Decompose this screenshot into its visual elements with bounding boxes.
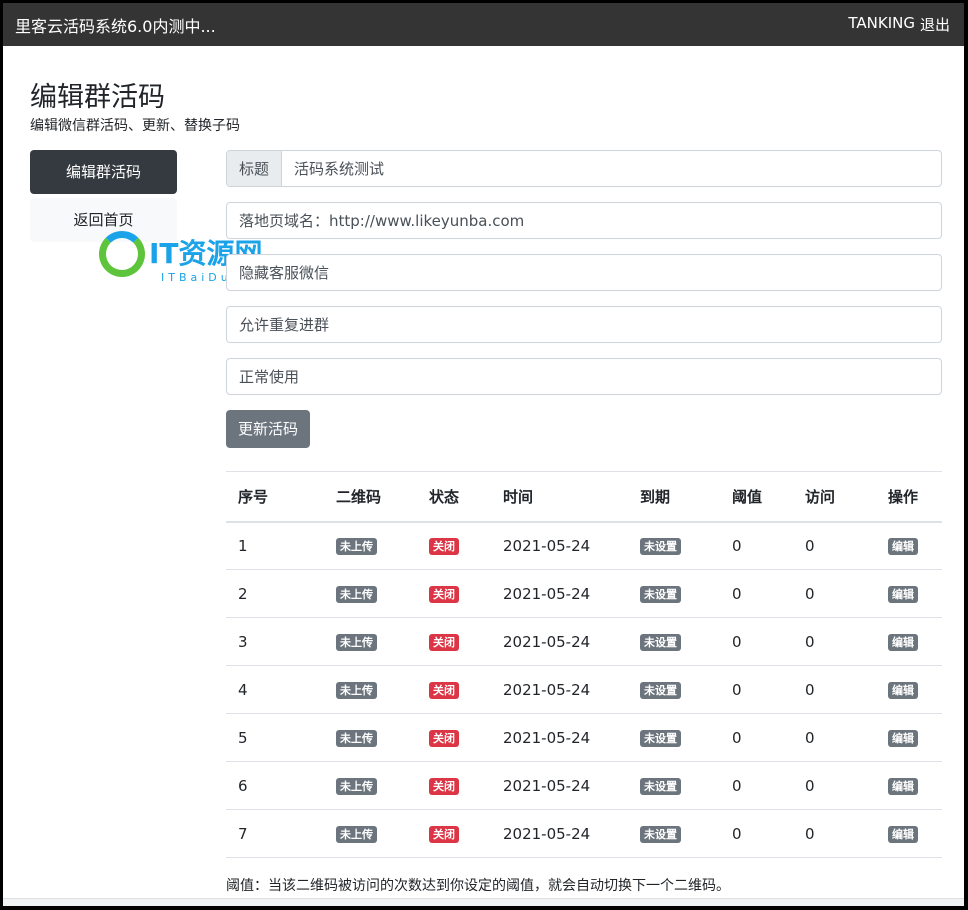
- qrcode-status-badge: 未上传: [336, 825, 377, 844]
- cell-time: 2021-05-24: [491, 761, 628, 810]
- cell-visits: 0: [793, 665, 876, 714]
- cell-threshold: 0: [720, 665, 793, 714]
- cell-time: 2021-05-24: [491, 713, 628, 762]
- subcode-table: 序号 二维码 状态 时间 到期 阈值 访问 操作 1 未上传 关闭 2021-0…: [226, 471, 942, 858]
- col-header-qrcode: 二维码: [324, 471, 417, 523]
- cell-visits: 0: [793, 809, 876, 858]
- cell-visits: 0: [793, 761, 876, 810]
- col-header-visits: 访问: [793, 471, 876, 523]
- edit-form: 标题 活码系统测试 落地页域名：http://www.likeyunba.com…: [226, 150, 942, 448]
- cell-threshold: 0: [720, 617, 793, 666]
- cell-id: 2: [226, 569, 324, 618]
- title-prefix-label: 标题: [227, 151, 283, 186]
- status-select[interactable]: 正常使用: [226, 358, 942, 395]
- cell-visits: 0: [793, 713, 876, 762]
- table-row: 2 未上传 关闭 2021-05-24 未设置 0 0 编辑: [226, 569, 942, 618]
- cell-threshold: 0: [720, 521, 793, 570]
- status-badge: 关闭: [429, 538, 459, 556]
- cell-id: 6: [226, 761, 324, 810]
- expire-badge: 未设置: [640, 729, 681, 748]
- edit-button[interactable]: 编辑: [888, 729, 918, 748]
- col-header-threshold: 阈值: [720, 471, 793, 523]
- col-header-id: 序号: [226, 471, 324, 523]
- table-row: 7 未上传 关闭 2021-05-24 未设置 0 0 编辑: [226, 809, 942, 858]
- edit-button[interactable]: 编辑: [888, 633, 918, 652]
- domain-select[interactable]: 落地页域名：http://www.likeyunba.com: [226, 202, 942, 239]
- sidebar: 编辑群活码 返回首页: [30, 150, 177, 246]
- page-subtitle: 编辑微信群活码、更新、替换子码: [30, 118, 240, 134]
- status-badge: 关闭: [429, 825, 459, 844]
- col-header-expire: 到期: [628, 471, 720, 523]
- cell-id: 4: [226, 665, 324, 714]
- username: TANKING: [848, 14, 915, 32]
- horizontal-scrollbar[interactable]: [3, 898, 964, 906]
- repeat-join-select[interactable]: 允许重复进群: [226, 306, 942, 343]
- qrcode-status-badge: 未上传: [336, 538, 377, 556]
- sidebar-item-edit-group-code[interactable]: 编辑群活码: [30, 150, 177, 194]
- qrcode-status-badge: 未上传: [336, 681, 377, 700]
- table-header-row: 序号 二维码 状态 时间 到期 阈值 访问 操作: [226, 471, 942, 523]
- cell-visits: 0: [793, 617, 876, 666]
- kefu-select-value: 隐藏客服微信: [239, 264, 330, 282]
- table-row: 1 未上传 关闭 2021-05-24 未设置 0 0 编辑: [226, 521, 942, 570]
- status-badge: 关闭: [429, 585, 459, 604]
- cell-threshold: 0: [720, 569, 793, 618]
- status-badge: 关闭: [429, 729, 459, 748]
- table-row: 3 未上传 关闭 2021-05-24 未设置 0 0 编辑: [226, 617, 942, 666]
- edit-button[interactable]: 编辑: [888, 681, 918, 700]
- cell-id: 5: [226, 713, 324, 762]
- expire-badge: 未设置: [640, 777, 681, 796]
- navbar: 里客云活码系统6.0内测中... TANKING 退出: [3, 3, 964, 46]
- table-row: 6 未上传 关闭 2021-05-24 未设置 0 0 编辑: [226, 761, 942, 810]
- kefu-select[interactable]: 隐藏客服微信: [226, 254, 942, 291]
- cell-visits: 0: [793, 569, 876, 618]
- cell-threshold: 0: [720, 761, 793, 810]
- threshold-note: 阈值：当该二维码被访问的次数达到你设定的阈值，就会自动切换下一个二维码。: [226, 878, 730, 894]
- repeat-join-select-value: 允许重复进群: [239, 316, 330, 334]
- cell-id: 7: [226, 809, 324, 858]
- brand-title[interactable]: 里客云活码系统6.0内测中...: [15, 13, 216, 37]
- status-badge: 关闭: [429, 633, 459, 652]
- col-header-actions: 操作: [876, 471, 942, 523]
- sidebar-item-home[interactable]: 返回首页: [30, 198, 177, 242]
- update-button[interactable]: 更新活码: [226, 410, 311, 448]
- edit-button[interactable]: 编辑: [888, 777, 918, 796]
- cell-time: 2021-05-24: [491, 617, 628, 666]
- table-row: 4 未上传 关闭 2021-05-24 未设置 0 0 编辑: [226, 665, 942, 714]
- qrcode-status-badge: 未上传: [336, 633, 377, 652]
- cell-time: 2021-05-24: [491, 665, 628, 714]
- qrcode-status-badge: 未上传: [336, 585, 377, 604]
- expire-badge: 未设置: [640, 633, 681, 652]
- expire-badge: 未设置: [640, 538, 681, 556]
- status-badge: 关闭: [429, 681, 459, 700]
- cell-time: 2021-05-24: [491, 569, 628, 618]
- col-header-time: 时间: [491, 471, 628, 523]
- logout-link[interactable]: 退出: [920, 14, 950, 35]
- edit-button[interactable]: 编辑: [888, 538, 918, 556]
- table-row: 5 未上传 关闭 2021-05-24 未设置 0 0 编辑: [226, 713, 942, 762]
- cell-threshold: 0: [720, 713, 793, 762]
- title-input[interactable]: 活码系统测试: [282, 158, 396, 179]
- page-title: 编辑群活码: [30, 82, 165, 113]
- qrcode-status-badge: 未上传: [336, 777, 377, 796]
- app-window: 里客云活码系统6.0内测中... TANKING 退出 编辑群活码 编辑微信群活…: [3, 3, 964, 906]
- cell-time: 2021-05-24: [491, 521, 628, 570]
- expire-badge: 未设置: [640, 825, 681, 844]
- cell-id: 3: [226, 617, 324, 666]
- expire-badge: 未设置: [640, 585, 681, 604]
- expire-badge: 未设置: [640, 681, 681, 700]
- domain-select-value: 落地页域名：http://www.likeyunba.com: [239, 212, 525, 230]
- cell-time: 2021-05-24: [491, 809, 628, 858]
- user-menu: TANKING 退出: [848, 14, 950, 35]
- col-header-status: 状态: [417, 471, 491, 523]
- edit-button[interactable]: 编辑: [888, 825, 918, 844]
- cell-id: 1: [226, 521, 324, 570]
- cell-threshold: 0: [720, 809, 793, 858]
- title-input-group: 标题 活码系统测试: [226, 150, 942, 187]
- cell-visits: 0: [793, 521, 876, 570]
- qrcode-status-badge: 未上传: [336, 729, 377, 748]
- status-select-value: 正常使用: [239, 368, 300, 386]
- edit-button[interactable]: 编辑: [888, 585, 918, 604]
- status-badge: 关闭: [429, 777, 459, 796]
